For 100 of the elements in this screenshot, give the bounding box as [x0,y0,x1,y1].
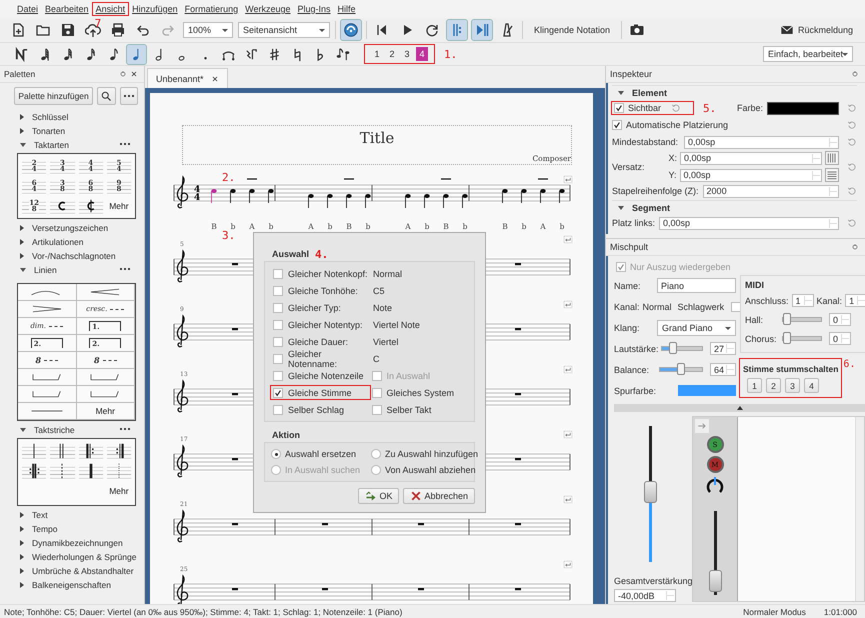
fader-handle[interactable] [644,480,657,503]
palette-section[interactable]: Linien [0,263,144,277]
note[interactable] [521,189,527,204]
section-header[interactable]: Element [612,85,857,100]
name-field[interactable]: Piano [657,278,736,293]
zoom-dropdown[interactable]: 100% [183,22,233,38]
number-field[interactable]: 0,00sp [659,216,839,230]
checkbox-option[interactable]: Gleicher Notentyp: [271,318,371,331]
number-field[interactable]: -40,00dB [614,589,676,602]
score-tab[interactable]: Unbenannt* [147,68,228,88]
number-field[interactable]: 2000 [702,184,839,198]
more-link[interactable]: Mehr [76,403,135,420]
voice-mute-button[interactable]: 4 [804,378,819,393]
checkbox-option[interactable]: Sichtbar [614,103,662,113]
menu-item[interactable]: Formatierung [182,3,242,15]
staff-spacing-icon[interactable] [825,151,839,165]
checkbox-option[interactable]: Selber Schlag [271,403,370,416]
menu-item[interactable]: Bearbeiten [42,3,92,15]
palette-section[interactable]: Tempo [0,522,144,536]
note[interactable] [327,194,333,208]
checkbox-option[interactable]: Gleiches System [370,386,468,399]
ok-button[interactable]: OK [358,488,400,504]
play-to-bar-icon[interactable] [472,20,492,40]
menu-item[interactable]: Werkzeuge [242,3,294,15]
number-field[interactable]: 64 [710,363,736,376]
note[interactable] [230,189,236,204]
checkbox-option[interactable]: Automatische Platzierung [612,120,728,130]
close-icon[interactable] [210,74,219,82]
palette-section[interactable]: Taktstriche [0,423,144,437]
palette-section[interactable]: Wiederholungen & Sprünge [0,550,144,564]
section-header[interactable]: Segment [612,200,857,215]
note[interactable] [249,189,255,204]
note[interactable] [308,194,314,208]
note[interactable] [502,189,508,204]
view-dropdown[interactable]: Seitenansicht [238,22,330,38]
checkbox-option[interactable]: Gleiche Tonhöhe: [271,284,371,297]
note[interactable] [540,189,546,204]
slider-handle[interactable] [677,363,686,375]
radio-option[interactable]: Zu Auswahl hinzufügen [371,449,478,459]
note[interactable] [365,194,371,208]
line-spacing-icon[interactable] [825,168,839,182]
number-field[interactable]: 1 [792,294,814,307]
more-link[interactable]: Mehr [104,481,133,501]
quarter-note-icon[interactable] [127,44,146,64]
number-field[interactable]: 0 [829,332,851,345]
palette-section[interactable]: Balkeneigenschaften [0,578,144,592]
voice-button[interactable]: 3 [401,47,413,61]
slider-handle[interactable] [783,313,791,325]
palette-section[interactable]: Umbrüche & Abstandhalter [0,564,144,578]
menu-item[interactable]: Hinzufügen [129,3,181,15]
radio-option[interactable]: Auswahl ersetzen [271,449,371,459]
menu-item[interactable]: Datei [14,3,42,15]
radio-option[interactable]: Von Auswahl abziehen [371,465,478,475]
checkbox-option[interactable]: Gleicher Typ: [271,301,371,314]
number-field[interactable]: 0,00sp [680,168,822,182]
voice-mute-button[interactable]: 2 [766,378,781,393]
note[interactable] [405,194,411,208]
color-swatch[interactable] [678,385,736,396]
note[interactable] [424,194,430,208]
slider-handle[interactable] [783,332,791,344]
note[interactable] [559,189,565,204]
checkbox-option[interactable]: Selber Takt [370,403,468,416]
checkbox-option[interactable]: Gleiche Stimme [271,386,370,399]
voice-mute-button[interactable]: 1 [747,378,762,393]
feedback-button[interactable]: Rückmeldung [774,23,859,37]
fader-handle[interactable] [708,570,722,592]
workspace-dropdown[interactable]: Einfach, bearbeitet [763,46,853,62]
more-link[interactable]: Mehr [104,196,133,216]
voice-button[interactable]: 4 [416,47,428,61]
palette-section[interactable]: Vor-/Nachschlagnoten [0,249,144,263]
palette-section[interactable]: Taktarten [0,138,144,152]
search-button[interactable] [97,87,116,105]
number-field[interactable]: 27 [710,342,736,355]
cancel-button[interactable]: Abbrechen [403,488,475,504]
checkbox-option[interactable]: Gleiche Dauer: [271,335,371,348]
palette-section[interactable]: Artikulationen [0,235,144,249]
palette-section[interactable]: Versetzungszeichen [0,221,144,235]
palette-section[interactable]: Text [0,508,144,522]
checkbox-option[interactable]: Gleicher Notenkopf: [271,267,371,280]
slider-handle[interactable] [669,342,678,354]
note[interactable] [268,189,274,204]
menu-item[interactable]: Plug-Ins [294,3,334,15]
sound-dropdown[interactable]: Grand Piano [657,320,736,336]
palette-section[interactable]: Schlüssel [0,110,144,124]
checkbox-option[interactable]: Gleiche Notenzeile [271,369,370,382]
checkbox-option[interactable]: Gleicher Notenname: [271,352,371,365]
number-field[interactable]: 0,00sp [680,152,822,164]
note[interactable] [346,194,352,208]
voice-button[interactable]: 1 [371,47,383,61]
number-field[interactable]: 0,00sp [684,136,839,148]
more-button[interactable] [120,87,138,105]
menu-item[interactable]: Hilfe [334,3,359,15]
voice-mute-button[interactable]: 3 [785,378,800,393]
checkbox-option[interactable]: Schlagwerk [678,302,742,312]
note[interactable] [443,194,449,208]
voice-button[interactable]: 2 [386,47,398,61]
note[interactable] [462,194,468,208]
repeat-sign-icon[interactable] [447,20,467,40]
close-icon[interactable] [130,70,138,78]
color-swatch[interactable] [767,102,839,114]
